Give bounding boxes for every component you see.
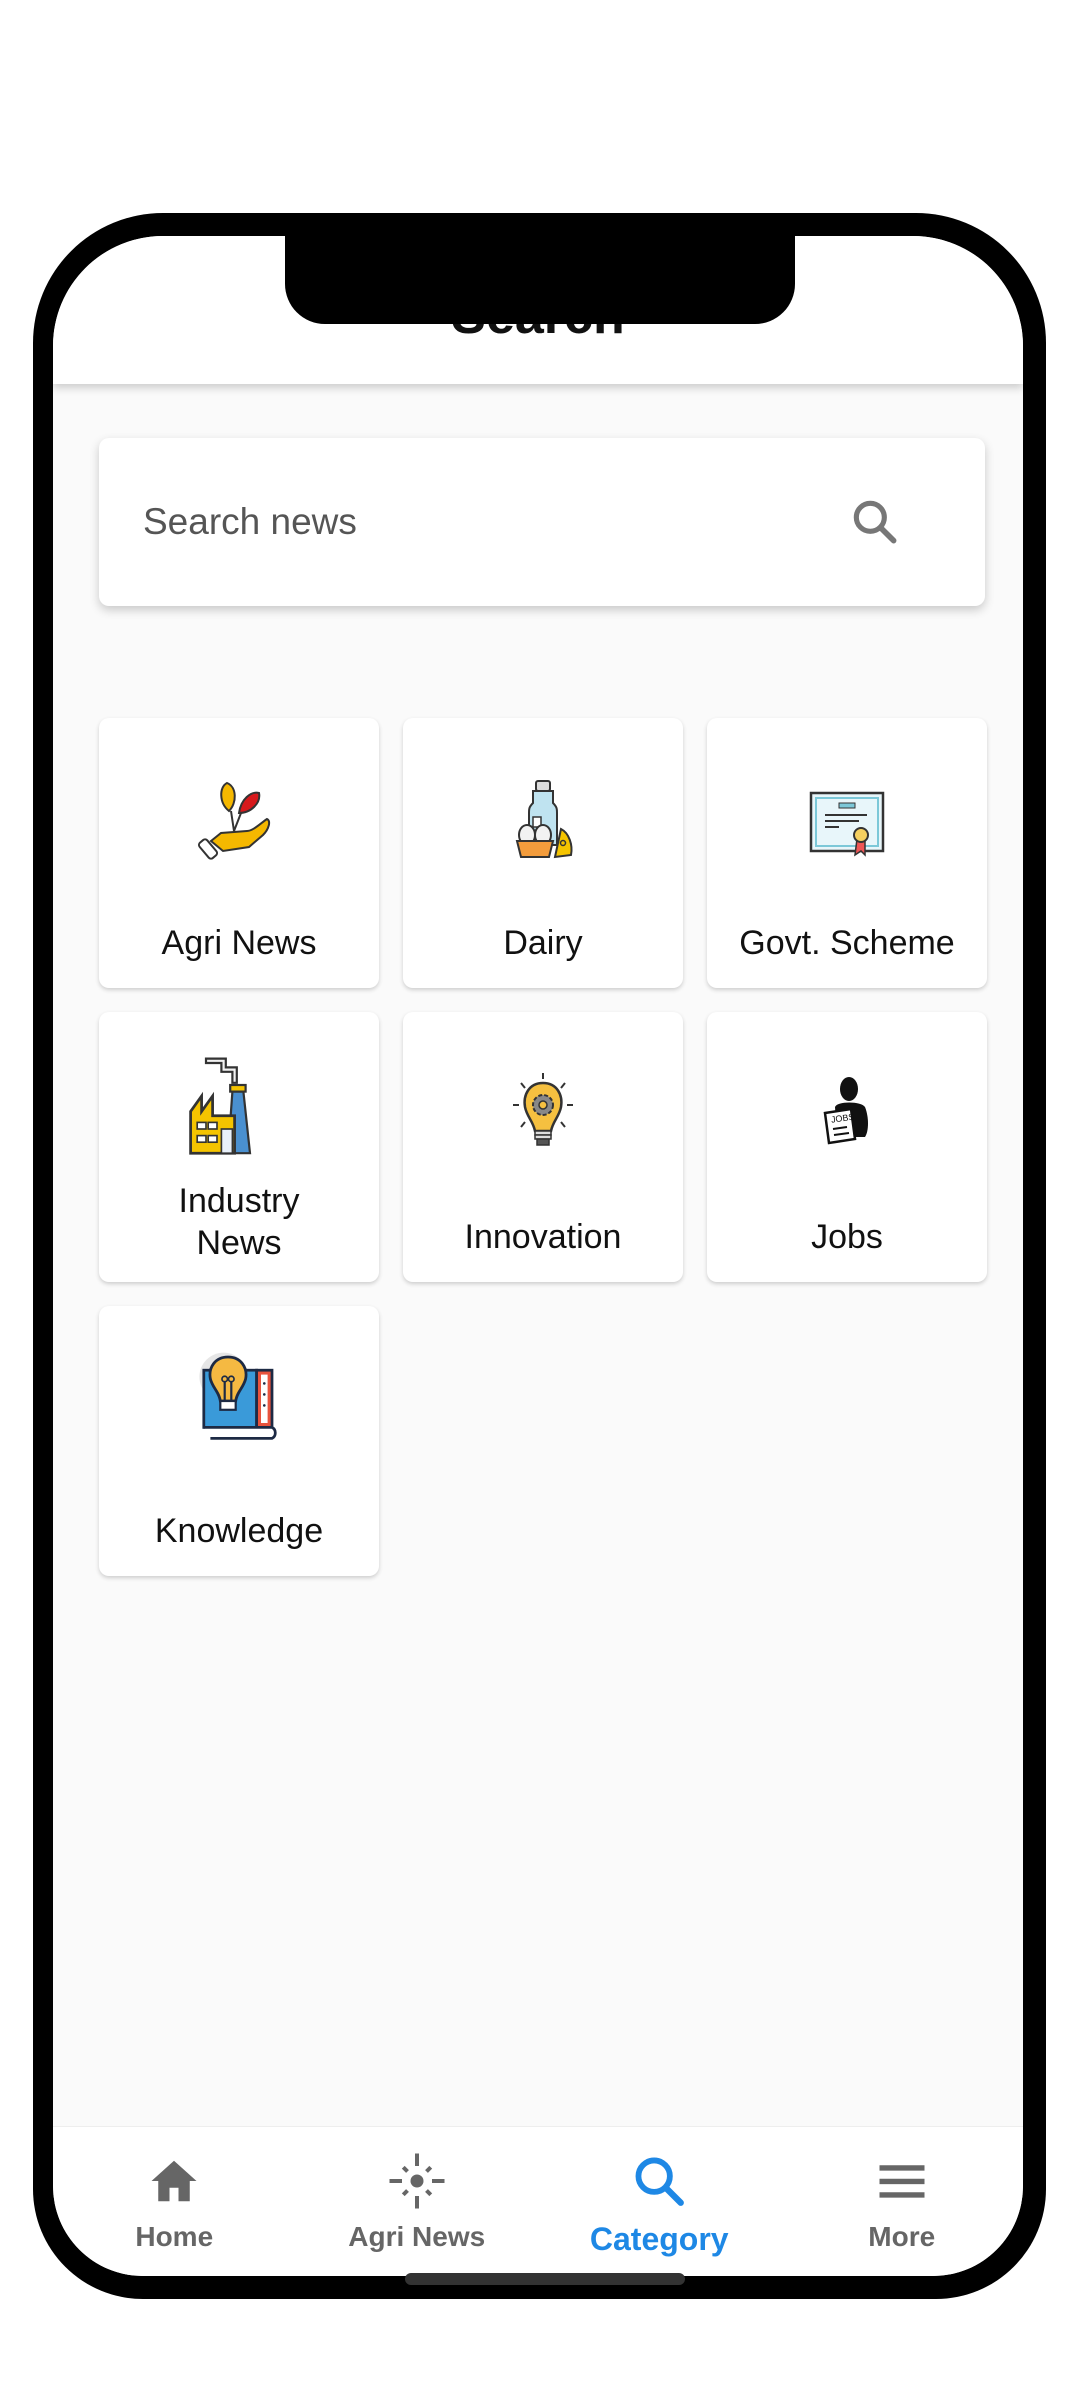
category-tile-dairy[interactable]: Dairy	[403, 718, 683, 988]
category-tile-knowledge[interactable]: Knowledge	[99, 1306, 379, 1576]
phone-notch	[285, 214, 795, 324]
nav-label: Agri News	[348, 2221, 486, 2252]
category-label: Innovation	[464, 1218, 622, 1256]
plant-in-hand-icon	[197, 781, 271, 860]
category-tile-agri-news[interactable]: Agri News	[99, 718, 379, 988]
category-tile-govt-scheme[interactable]: Govt. Scheme	[707, 718, 987, 988]
lightbulb-gear-icon	[513, 1073, 573, 1146]
category-tile-jobs[interactable]: JOBS Jobs	[707, 1012, 987, 1282]
category-label: Knowledge	[154, 1512, 324, 1550]
dairy-products-icon	[515, 780, 573, 859]
factory-icon	[189, 1057, 252, 1155]
screen: Search Agri News	[53, 236, 1023, 2276]
person-jobs-paper-icon: JOBS	[823, 1077, 868, 1145]
search-card	[99, 438, 985, 606]
search-icon	[853, 500, 897, 544]
category-label: Dairy	[503, 924, 583, 962]
nav-label: More	[868, 2221, 936, 2252]
category-label: Industry News	[178, 1182, 300, 1262]
search-input[interactable]	[143, 482, 835, 562]
category-tile-industry-news[interactable]: Industry News	[99, 1012, 379, 1282]
nav-item-home[interactable]: Home	[74, 2127, 274, 2253]
search-icon	[635, 2157, 685, 2206]
category-tile-innovation[interactable]: Innovation	[403, 1012, 683, 1282]
nav-label: Home	[135, 2221, 214, 2252]
bottom-navigation: Home Agri News Category More	[53, 2126, 1023, 2276]
nav-item-category[interactable]: Category	[559, 2127, 759, 2258]
book-lightbulb-icon	[199, 1352, 277, 1440]
certificate-icon	[809, 791, 885, 857]
menu-icon	[879, 2165, 925, 2198]
category-label: Jobs	[811, 1218, 883, 1256]
home-indicator[interactable]	[405, 2273, 685, 2285]
category-label: Agri News	[161, 924, 317, 962]
nav-item-more[interactable]: More	[802, 2127, 1002, 2253]
category-label: Govt. Scheme	[739, 924, 955, 962]
search-button[interactable]	[835, 482, 915, 562]
sun-icon	[389, 2153, 445, 2209]
home-icon	[151, 2160, 197, 2202]
category-grid: Agri News Dairy Govt. Scheme Industry Ne…	[99, 718, 989, 1576]
nav-label: Category	[589, 2221, 729, 2257]
nav-item-agri-news[interactable]: Agri News	[317, 2127, 517, 2253]
